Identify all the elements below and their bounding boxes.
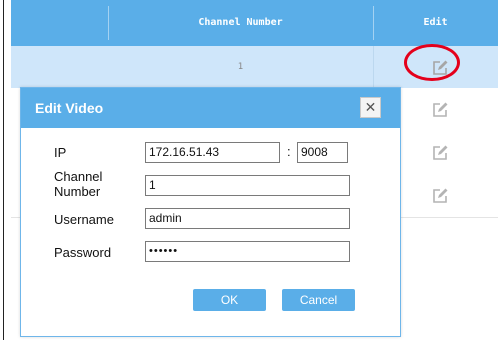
ok-button[interactable]: OK <box>193 289 266 311</box>
dialog-header: Edit Video ✕ <box>21 88 400 128</box>
dialog-title: Edit Video <box>35 100 104 116</box>
table-header: Channel Number Edit <box>11 0 498 46</box>
channel-number-label: Channel Number <box>54 169 102 199</box>
highlight-circle <box>404 44 460 81</box>
column-header-channel-number[interactable]: Channel Number <box>108 0 373 46</box>
port-field[interactable]: 9008 <box>297 142 348 163</box>
port-separator: : <box>287 144 291 159</box>
close-button[interactable]: ✕ <box>360 97 381 118</box>
window-edge <box>3 0 4 340</box>
password-field[interactable]: •••••• <box>145 241 350 262</box>
channel-label-line1: Channel <box>54 169 103 184</box>
username-label: Username <box>54 212 114 227</box>
cancel-button[interactable]: Cancel <box>282 289 355 311</box>
edit-video-dialog: Edit Video ✕ IP 172.16.51.43 : 9008 Chan… <box>20 87 401 337</box>
username-field[interactable]: admin <box>145 208 350 229</box>
ip-field[interactable]: 172.16.51.43 <box>145 142 280 163</box>
edit-icon[interactable] <box>430 143 450 163</box>
channel-label-line2: Number <box>54 184 101 199</box>
column-header-edit: Edit <box>423 17 448 28</box>
header-divider <box>108 6 109 40</box>
edit-icon[interactable] <box>430 186 450 206</box>
ip-label: IP <box>54 145 67 160</box>
channel-number-field[interactable]: 1 <box>145 175 350 196</box>
edit-icon[interactable] <box>430 100 450 120</box>
channel-number-cell: 1 <box>237 62 244 72</box>
cell-divider <box>373 46 374 89</box>
password-label: Password <box>54 245 112 260</box>
